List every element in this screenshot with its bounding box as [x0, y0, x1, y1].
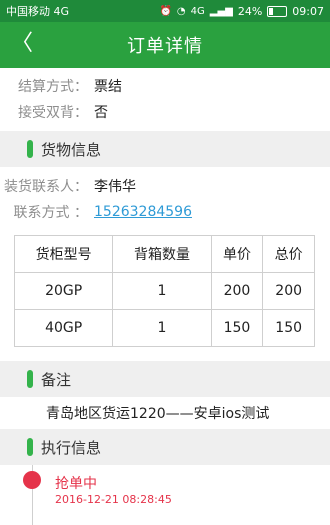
double-back-value: 否	[94, 105, 108, 121]
status-icons: ⏰ ◔ 4G ▂▄▆ 24% 09:07	[159, 5, 324, 18]
table-cell: 20GP	[13, 272, 114, 310]
remark-section-title: 备注	[41, 370, 72, 389]
contact-label: 装货联系人：	[4, 179, 88, 195]
phone-label: 联系方式 ：	[13, 205, 88, 221]
remark-text: 青岛地区货运1220——安卓ios测试	[46, 406, 270, 422]
settlement-method-row: 结算方式： 票结	[0, 73, 330, 99]
alarm-icon: ⏰	[159, 5, 172, 17]
phone-row: 联系方式 ： 15263284596	[0, 199, 330, 225]
table-header: 背箱数量	[112, 235, 212, 273]
execution-state: 抢单中	[55, 476, 97, 492]
goods-table: 货柜型号 背箱数量 单价 总价 20GP 1 200 200 40GP 1 15…	[13, 235, 315, 347]
table-header-row: 货柜型号 背箱数量 单价 总价	[13, 235, 315, 273]
carrier-label: 中国移动 4G	[6, 5, 70, 18]
table-cell: 150	[210, 309, 264, 347]
table-cell: 150	[262, 309, 315, 347]
section-marker	[27, 438, 33, 456]
battery-percent: 24%	[237, 4, 263, 18]
contact-row: 装货联系人： 李伟华	[0, 173, 330, 199]
table-cell: 1	[112, 272, 212, 310]
signal-icon: ▂▄▆	[209, 5, 233, 17]
execution-time: 2016-12-21 08:28:45	[55, 493, 172, 506]
table-cell: 40GP	[13, 309, 114, 347]
page-title: 订单详情	[127, 36, 203, 57]
wifi-icon: ◔	[176, 5, 186, 17]
status-bar: 中国移动 4G ⏰ ◔ 4G ▂▄▆ 24% 09:07	[0, 0, 330, 22]
network-type: 4G	[190, 5, 205, 17]
execution-timeline: 抢单中 2016-12-21 08:28:45	[0, 465, 330, 525]
battery-icon	[267, 5, 288, 17]
section-marker	[27, 140, 33, 158]
cargo-section-header: 货物信息	[0, 131, 330, 167]
section-marker	[27, 370, 33, 388]
table-header: 货柜型号	[13, 235, 114, 273]
remark-section-header: 备注	[0, 361, 330, 397]
table-cell: 200	[210, 272, 264, 310]
clock: 09:07	[292, 4, 324, 18]
table-row: 40GP 1 150 150	[13, 309, 315, 347]
settlement-method-label: 结算方式：	[18, 79, 88, 95]
app-bar: 〈 订单详情	[0, 22, 330, 68]
double-back-row: 接受双背： 否	[0, 99, 330, 125]
execution-section-title: 执行信息	[41, 438, 102, 457]
table-cell: 200	[262, 272, 315, 310]
phone-link[interactable]: 15263284596	[94, 204, 192, 220]
table-header: 单价	[210, 235, 264, 273]
contact-name: 李伟华	[94, 179, 136, 195]
back-arrow-icon[interactable]: 〈	[10, 30, 34, 58]
execution-section-header: 执行信息	[0, 429, 330, 465]
timeline-dot-icon	[23, 471, 41, 489]
settlement-method-value: 票结	[94, 79, 122, 95]
table-cell: 1	[112, 309, 212, 347]
double-back-label: 接受双背：	[18, 105, 88, 121]
cargo-section-title: 货物信息	[41, 140, 102, 159]
table-header: 总价	[262, 235, 315, 273]
table-row: 20GP 1 200 200	[13, 272, 315, 310]
